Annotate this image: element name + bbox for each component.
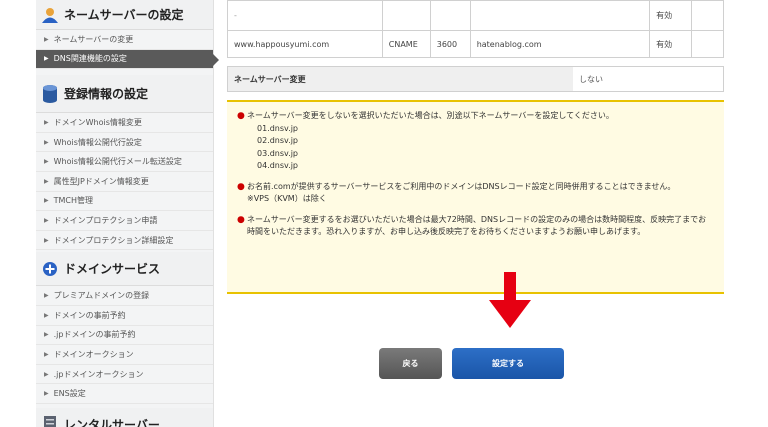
- caret-right-icon: ▶: [44, 390, 49, 398]
- notice-text: ネームサーバー変更をしないを選択いただいた場合は、別途以下ネームサーバーを設定し…: [247, 111, 614, 120]
- database-icon: [40, 84, 60, 104]
- sidebar-item-label: Whois情報公開代行設定: [53, 137, 142, 147]
- sidebar: ネームサーバーの設定 ▶ ネームサーバーの変更 ▶ DNS関連機能の設定 登録情…: [36, 0, 219, 427]
- sidebar-item-domain-prereserve[interactable]: ▶ ドメインの事前予約: [36, 306, 213, 326]
- dns-server: 03.dnsv.jp: [257, 148, 298, 158]
- caret-right-icon: ▶: [44, 331, 49, 339]
- back-button[interactable]: 戻る: [379, 348, 442, 379]
- caret-right-icon: ▶: [44, 216, 49, 224]
- sidebar-item-label: DNS関連機能の設定: [53, 54, 127, 64]
- dns-server: 02.dnsv.jp: [257, 136, 298, 145]
- table-row: - 有効: [227, 0, 724, 31]
- sidebar-item-domain-auction[interactable]: ▶ ドメインオークション: [36, 345, 213, 365]
- caret-right-icon: ▶: [44, 138, 49, 146]
- record-host: -: [227, 0, 383, 31]
- plus-circle-icon: [40, 259, 60, 279]
- record-status: 有効: [649, 0, 693, 31]
- dns-server-list: 01.dnsv.jp 02.dnsv.jp 03.dnsv.jp 04.dnsv…: [247, 123, 614, 173]
- sidebar-section-nameserver: ネームサーバーの設定: [36, 0, 213, 30]
- caret-right-icon: ▶: [44, 311, 49, 319]
- submit-button[interactable]: 設定する: [452, 348, 564, 379]
- sidebar-item-label: ドメインプロテクション詳細設定: [53, 235, 174, 245]
- sidebar-item-jp-auction[interactable]: ▶ .jpドメインオークション: [36, 365, 213, 385]
- caret-right-icon: ▶: [44, 292, 49, 300]
- caret-right-icon: ▶: [44, 158, 49, 166]
- sidebar-item-protection-detail[interactable]: ▶ ドメインプロテクション詳細設定: [36, 231, 213, 251]
- sidebar-item-protection-apply[interactable]: ▶ ドメインプロテクション申請: [36, 211, 213, 231]
- notice-box: ● ネームサーバー変更をしないを選択いただいた場合は、別途以下ネームサーバーを設…: [227, 100, 724, 294]
- table-row: www.happousyumi.com CNAME 3600 hatenablo…: [227, 30, 724, 58]
- sidebar-item-nameserver-change[interactable]: ▶ ネームサーバーの変更: [36, 30, 213, 50]
- nameserver-change-label: ネームサーバー変更: [228, 67, 573, 91]
- sidebar-item-dns-settings[interactable]: ▶ DNS関連機能の設定: [36, 49, 219, 70]
- sidebar-item-whois-proxy[interactable]: ▶ Whois情報公開代行設定: [36, 133, 213, 153]
- record-action[interactable]: [691, 30, 724, 58]
- sidebar-item-label: ドメインオークション: [53, 349, 134, 359]
- sidebar-item-label: ENS設定: [53, 389, 86, 399]
- notice-text: ネームサーバー変更するをお選びいただいた場合は最大72時間、DNSレコードの設定…: [247, 214, 707, 237]
- nameserver-icon: [40, 5, 60, 25]
- sidebar-item-label: 属性型JPドメイン情報変更: [53, 176, 149, 186]
- bullet-icon: ●: [237, 111, 245, 121]
- sidebar-section-registration: 登録情報の設定: [36, 75, 213, 114]
- dns-server: 01.dnsv.jp: [257, 123, 298, 133]
- sidebar-item-label: .jpドメインの事前予約: [53, 330, 136, 340]
- sidebar-item-label: Whois情報公開代行メール転送設定: [53, 157, 182, 167]
- nameserver-change-value[interactable]: しない: [573, 67, 723, 91]
- sidebar-item-label: ドメインプロテクション申請: [53, 215, 158, 225]
- bullet-icon: ●: [237, 181, 245, 192]
- nameserver-change-row: ネームサーバー変更 しない: [227, 66, 724, 92]
- sidebar-item-whois-change[interactable]: ▶ ドメインWhois情報変更: [36, 113, 213, 133]
- caret-right-icon: ▶: [44, 197, 49, 205]
- caret-right-icon: ▶: [44, 55, 49, 63]
- caret-right-icon: ▶: [44, 236, 49, 244]
- sidebar-item-jp-prereserve[interactable]: ▶ .jpドメインの事前予約: [36, 326, 213, 346]
- notice-text: お名前.comが提供するサーバーサービスをご利用中のドメインはDNSレコード設定…: [247, 181, 676, 191]
- sidebar-section-title: ドメインサービス: [64, 262, 161, 277]
- dns-server: 04.dnsv.jp: [257, 161, 298, 170]
- sidebar-section-title: レンタルサーバー: [64, 417, 160, 427]
- record-value: [469, 0, 651, 31]
- dns-records-table: - 有効 www.happousyumi.com CNAME 3600 hate…: [227, 0, 724, 58]
- sidebar-section-domain-service: ドメインサービス: [36, 252, 213, 287]
- record-host: www.happousyumi.com: [227, 30, 383, 58]
- sidebar-section-title: ネームサーバーの設定: [64, 8, 184, 22]
- sidebar-item-label: .jpドメインオークション: [53, 369, 144, 379]
- record-status: 有効: [649, 30, 693, 58]
- down-arrow-icon: [489, 272, 531, 328]
- sidebar-item-tmch[interactable]: ▶ TMCH管理: [36, 192, 213, 212]
- sidebar-item-label: TMCH管理: [53, 196, 94, 206]
- caret-right-icon: ▶: [44, 118, 49, 126]
- caret-right-icon: ▶: [44, 350, 49, 358]
- notice-note: ※VPS（KVM）は除く: [247, 194, 327, 203]
- bullet-icon: ●: [237, 214, 245, 225]
- sidebar-section-rental-server: レンタルサーバー: [36, 407, 213, 427]
- record-type: CNAME: [381, 30, 431, 58]
- caret-right-icon: ▶: [44, 370, 49, 378]
- sidebar-item-label: ドメインの事前予約: [53, 310, 126, 320]
- sidebar-item-label: プレミアムドメインの登録: [53, 291, 150, 301]
- record-type: [381, 0, 431, 31]
- record-action[interactable]: [691, 0, 724, 31]
- server-icon: [40, 414, 60, 427]
- record-ttl: 3600: [429, 30, 471, 58]
- main-content: - 有効 www.happousyumi.com CNAME 3600 hate…: [227, 0, 724, 294]
- caret-right-icon: ▶: [44, 177, 49, 185]
- record-ttl: [429, 0, 471, 31]
- sidebar-item-label: ネームサーバーの変更: [53, 34, 134, 44]
- sidebar-item-jp-attr[interactable]: ▶ 属性型JPドメイン情報変更: [36, 172, 213, 192]
- notice-item: ● ネームサーバー変更するをお選びいただいた場合は最大72時間、DNSレコードの…: [237, 214, 714, 239]
- record-value: hatenablog.com: [469, 30, 651, 58]
- notice-item: ● お名前.comが提供するサーバーサービスをご利用中のドメインはDNSレコード…: [237, 181, 714, 206]
- sidebar-item-ens[interactable]: ▶ ENS設定: [36, 384, 213, 404]
- sidebar-item-label: ドメインWhois情報変更: [53, 117, 142, 127]
- sidebar-section-title: 登録情報の設定: [64, 87, 149, 102]
- notice-item: ● ネームサーバー変更をしないを選択いただいた場合は、別途以下ネームサーバーを設…: [237, 110, 714, 173]
- sidebar-item-whois-mail-forward[interactable]: ▶ Whois情報公開代行メール転送設定: [36, 152, 213, 172]
- sidebar-item-premium-domain[interactable]: ▶ プレミアムドメインの登録: [36, 286, 213, 306]
- caret-right-icon: ▶: [44, 35, 49, 43]
